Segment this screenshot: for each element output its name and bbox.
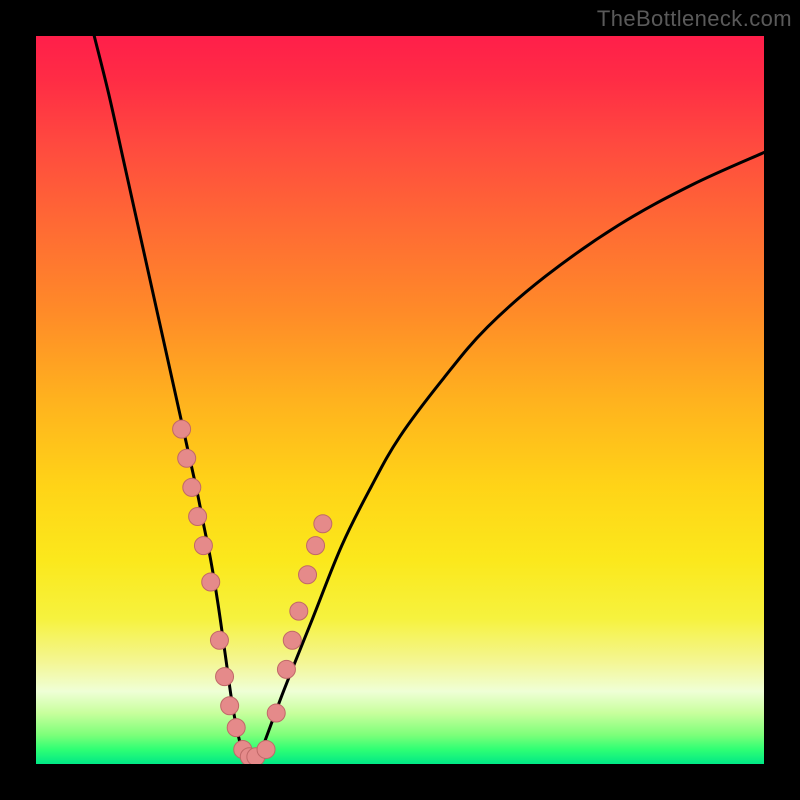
data-marker: [183, 478, 201, 496]
data-marker: [178, 449, 196, 467]
data-marker: [221, 697, 239, 715]
data-marker: [307, 537, 325, 555]
data-marker: [194, 537, 212, 555]
chart-frame: TheBottleneck.com: [0, 0, 800, 800]
data-marker: [257, 740, 275, 758]
data-marker: [277, 660, 295, 678]
bottleneck-curve-path: [94, 36, 764, 764]
data-marker: [210, 631, 228, 649]
bottleneck-curve-group: [94, 36, 764, 764]
data-marker: [283, 631, 301, 649]
plot-area: [36, 36, 764, 764]
data-marker: [173, 420, 191, 438]
data-marker: [202, 573, 220, 591]
data-marker: [216, 668, 234, 686]
data-marker: [267, 704, 285, 722]
data-marker: [227, 719, 245, 737]
data-marker: [299, 566, 317, 584]
marker-group: [173, 420, 332, 764]
data-marker: [314, 515, 332, 533]
watermark-text: TheBottleneck.com: [597, 6, 792, 32]
curve-layer: [36, 36, 764, 764]
data-marker: [290, 602, 308, 620]
data-marker: [189, 507, 207, 525]
